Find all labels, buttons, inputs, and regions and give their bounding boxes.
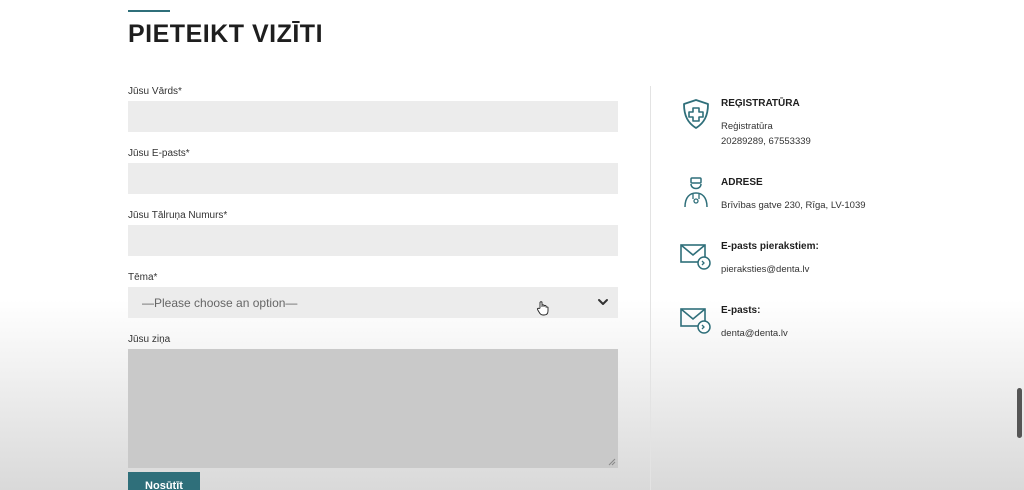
column-divider [650,86,651,490]
address-heading: ADRESE [721,177,763,188]
phone-label: Jūsu Tālruņa Numurs* [128,210,228,221]
page-title: PIETEIKT VIZĪTI [128,20,324,48]
contact-appointment-email: E-pasts pierakstiem: pieraksties@denta.l… [680,241,930,277]
appointment-email-link[interactable]: pieraksties@denta.lv [721,264,809,275]
topic-label: Tēma* [128,272,158,283]
email-input[interactable] [128,163,618,194]
address-text: Brīvības gatve 230, Rīga, LV-1039 [721,200,866,211]
general-email-heading: E-pasts: [721,305,761,316]
doctor-icon [684,177,708,208]
registry-label: Reģistratūra [721,121,773,132]
phone-input[interactable] [128,225,618,256]
message-label: Jūsu ziņa [128,334,171,345]
scrollbar-thumb[interactable] [1017,388,1022,438]
contact-registry: REĢISTRATŪRA Reģistratūra 20289289, 6755… [680,98,930,150]
contact-general-email: E-pasts: denta@denta.lv [680,305,930,341]
email-label: Jūsu E-pasts* [128,148,190,159]
name-input[interactable] [128,101,618,132]
message-textarea[interactable] [128,349,618,468]
envelope-icon [680,308,711,334]
hand-cursor-icon [536,301,549,316]
appointment-email-heading: E-pasts pierakstiem: [721,241,819,252]
submit-button[interactable]: Nosūtīt [128,472,200,490]
resize-grip-icon[interactable] [608,458,616,466]
contact-address: ADRESE Brīvības gatve 230, Rīga, LV-1039 [680,177,930,213]
page: PIETEIKT VIZĪTI Jūsu Vārds* Jūsu E-pasts… [0,0,1024,490]
registry-heading: REĢISTRATŪRA [721,98,800,109]
chevron-down-icon [598,299,608,305]
envelope-icon [680,244,711,270]
title-accent-line [128,10,170,12]
appointment-form: Jūsu Vārds* Jūsu E-pasts* Jūsu Tālruņa N… [128,86,618,490]
general-email-link[interactable]: denta@denta.lv [721,328,788,339]
topic-select-value: —Please choose an option— [142,295,298,310]
shield-cross-icon [683,99,709,129]
name-label: Jūsu Vārds* [128,86,182,97]
registry-phones[interactable]: 20289289, 67553339 [721,136,811,147]
